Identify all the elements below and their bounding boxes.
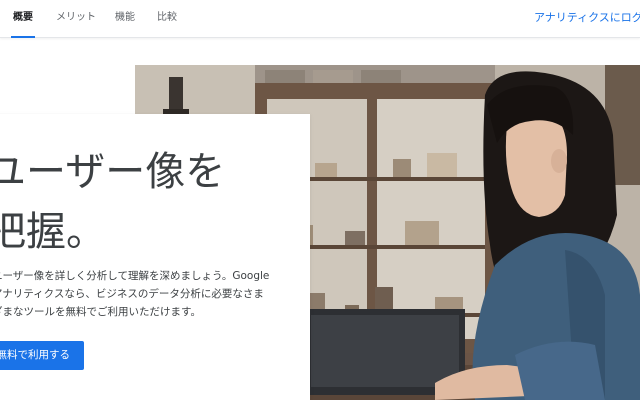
- hero-description: ユーザー像を詳しく分析して理解を深めましょう。Google アナリティクスなら、…: [0, 270, 270, 318]
- tab-comparison[interactable]: 比較: [157, 0, 177, 38]
- analytics-signin-link[interactable]: アナリティクスにログ: [534, 0, 640, 38]
- free-signup-button[interactable]: 無料で利用する: [0, 341, 84, 370]
- hero-headline: ユーザー像を 把握。: [0, 149, 226, 255]
- analytics-landing-page: 概要 メリット 機能 比較 アナリティクスにログ ユーザー像を 把握。 ユーザー…: [0, 0, 640, 400]
- tab-benefits[interactable]: メリット: [56, 0, 96, 38]
- top-navigation: 概要 メリット 機能 比較 アナリティクスにログ: [0, 0, 640, 38]
- tab-features[interactable]: 機能: [115, 0, 135, 38]
- tab-overview[interactable]: 概要: [11, 0, 35, 38]
